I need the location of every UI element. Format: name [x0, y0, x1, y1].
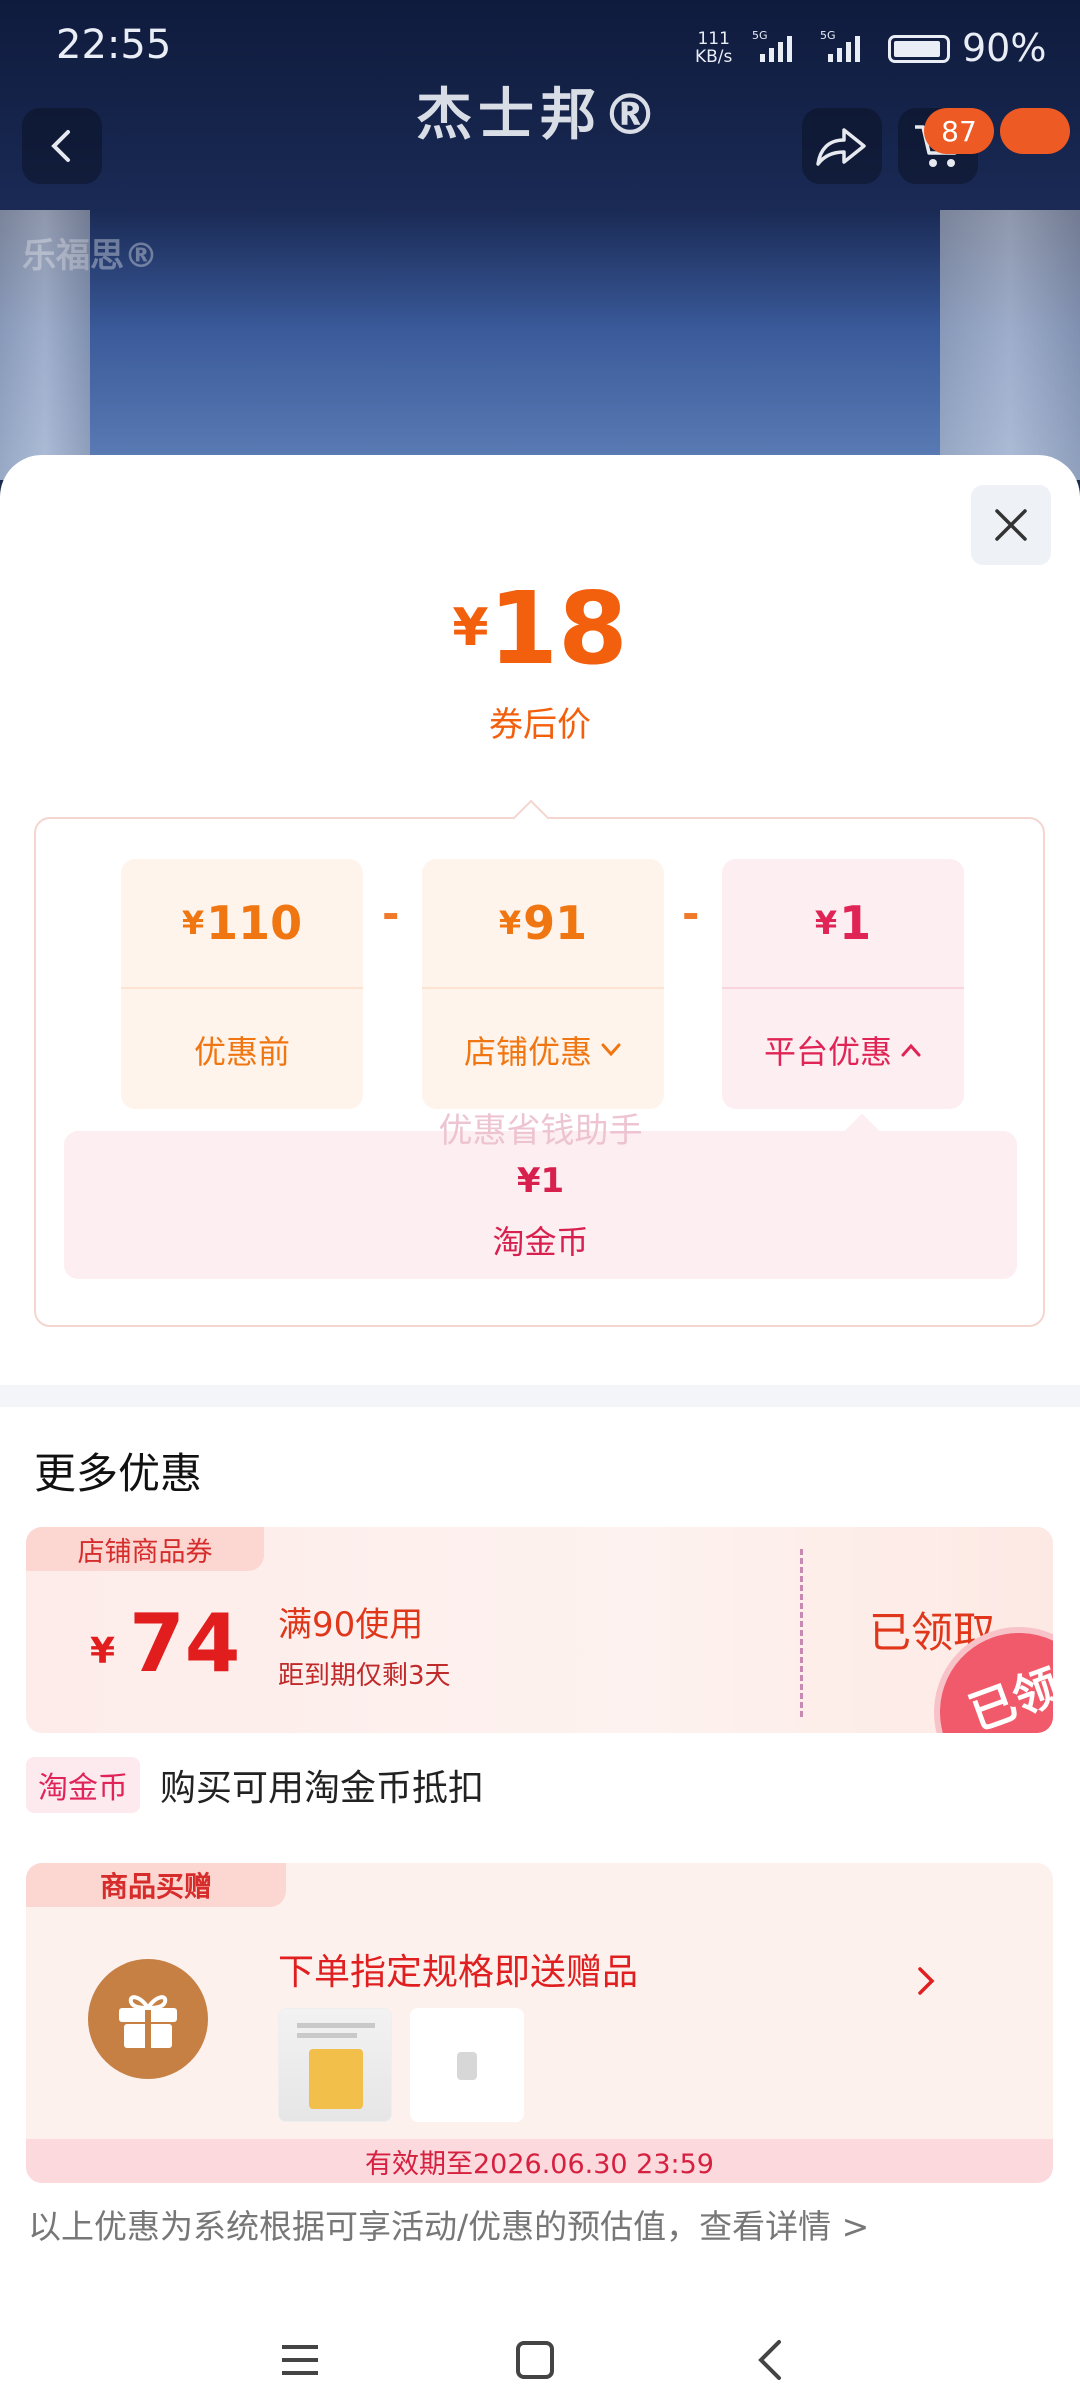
home-button[interactable] — [505, 2330, 565, 2390]
coupon-tag: 店铺商品券 — [26, 1527, 264, 1571]
taojinbi-row: 淘金币 购买可用淘金币抵扣 — [26, 1755, 484, 1815]
battery-percent: 90% — [962, 26, 1047, 70]
gift-thumbnail-1 — [278, 2008, 392, 2122]
menu-icon — [282, 2345, 318, 2375]
minus-sign-2: - — [682, 889, 700, 938]
back-icon — [51, 130, 70, 162]
gift-icon — [88, 1959, 208, 2079]
minus-sign: - — [382, 889, 400, 938]
final-price: ¥18 — [452, 570, 628, 687]
home-icon — [516, 2341, 554, 2379]
platform-discount-card[interactable]: ¥1 平台优惠 — [722, 859, 964, 1109]
nav-back-icon — [758, 2340, 781, 2380]
battery-icon — [888, 35, 950, 63]
product-page-background: 22:55 111 KB/s 5G 5G 90% 杰士邦® 87 乐福思® — [0, 0, 1080, 480]
more-offers-title: 更多优惠 — [34, 1449, 203, 1498]
gift-offer[interactable]: 商品买赠 下单指定规格即送赠品 有效期至2026.06.30 23:59 — [26, 1863, 1053, 2183]
signal-icon-2: 5G — [820, 29, 860, 62]
close-icon — [995, 509, 1027, 541]
signal-icon: 5G — [752, 29, 792, 62]
coupon-separator — [800, 1549, 803, 1717]
section-divider — [0, 1385, 1080, 1407]
chevron-right-icon[interactable] — [914, 1963, 938, 1999]
cart-count-badge: 87 — [924, 108, 994, 154]
taojinbi-amount: ¥1 — [516, 1161, 565, 1201]
coupon-expiry: 距到期仅剩3天 — [278, 1661, 451, 1691]
chevron-up-icon — [901, 1043, 921, 1057]
system-nav-bar — [0, 2310, 1080, 2400]
share-icon — [816, 128, 866, 166]
message-icon[interactable] — [1000, 108, 1070, 154]
chevron-down-icon — [601, 1043, 621, 1057]
network-speed: 111 KB/s — [695, 29, 733, 67]
original-price-card: ¥110 优惠前 — [121, 859, 363, 1109]
taojinbi-label: 淘金币 — [492, 1223, 589, 1261]
taojinbi-tag: 淘金币 — [26, 1757, 140, 1813]
coupon-amount: ¥74 — [90, 1597, 241, 1690]
gift-thumbnail-2 — [410, 2008, 524, 2122]
status-time: 22:55 — [56, 22, 172, 68]
store-discount-card[interactable]: ¥91 店铺优惠 — [422, 859, 664, 1109]
gift-validity: 有效期至2026.06.30 23:59 — [26, 2139, 1053, 2183]
breakdown-pointer — [512, 799, 550, 837]
svg-text:5G: 5G — [752, 29, 768, 42]
platform-discount-detail: 优惠省钱助手 ¥1 淘金币 — [64, 1111, 1017, 1279]
share-button[interactable] — [802, 108, 882, 184]
disclaimer-link[interactable]: 以上优惠为系统根据可享活动/优惠的预估值，查看详情 > — [28, 2200, 869, 2248]
menu-button[interactable] — [270, 2330, 330, 2390]
gift-tag: 商品买赠 — [26, 1863, 286, 1907]
store-coupon[interactable]: 店铺商品券 ¥74 满90使用 距到期仅剩3天 已领取 已领 — [26, 1527, 1053, 1733]
watermark-text: 优惠省钱助手 — [438, 1111, 643, 1151]
svg-text:5G: 5G — [820, 29, 836, 42]
price-breakdown: ¥110 优惠前 - ¥91 店铺优惠 - ¥1 平台优惠 优惠省钱助手 ¥1 … — [34, 799, 1045, 1327]
back-button[interactable] — [22, 108, 102, 184]
close-button[interactable] — [971, 485, 1051, 565]
discount-detail-sheet: ¥18 券后价 ¥110 优惠前 - ¥91 店铺优惠 - ¥1 平台优惠 优惠… — [0, 455, 1080, 2400]
coupon-condition: 满90使用 — [278, 1605, 424, 1645]
final-price-label: 券后价 — [489, 705, 591, 745]
nav-back-button[interactable] — [740, 2330, 800, 2390]
product-image-left — [0, 210, 90, 480]
product-image-right — [940, 210, 1080, 480]
gift-title: 下单指定规格即送赠品 — [278, 1952, 639, 1993]
taojinbi-text: 购买可用淘金币抵扣 — [160, 1768, 485, 1809]
